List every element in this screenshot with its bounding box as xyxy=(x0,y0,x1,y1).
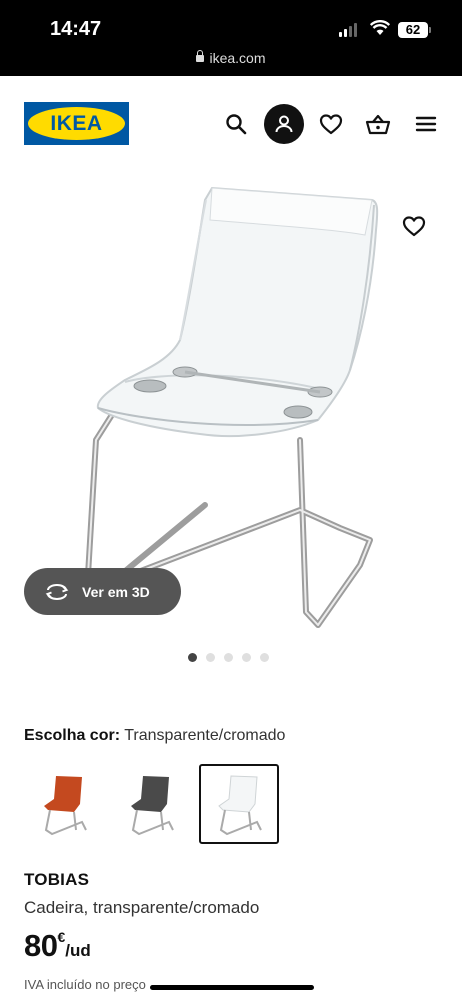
lock-icon xyxy=(196,50,205,62)
gallery-dot[interactable] xyxy=(242,653,251,662)
product-description: Cadeira, transparente/cromado xyxy=(24,898,260,917)
logo-text: IKEA xyxy=(50,112,103,135)
swatch-orange[interactable] xyxy=(24,764,104,844)
basket-icon[interactable] xyxy=(358,104,398,144)
battery-icon: 62 xyxy=(398,22,431,38)
favorite-icon[interactable] xyxy=(398,210,430,242)
heart-icon[interactable] xyxy=(311,104,351,144)
product-price: 80€/ud xyxy=(24,928,91,964)
gallery-dot[interactable] xyxy=(224,653,233,662)
product-name: TOBIAS xyxy=(24,870,90,889)
gallery-pagination xyxy=(188,653,269,662)
home-indicator xyxy=(150,985,314,990)
gallery-dot[interactable] xyxy=(188,653,197,662)
status-bar: 14:47 62 ikea.com xyxy=(0,0,462,76)
url-text: ikea.com xyxy=(209,50,266,66)
view-3d-label: Ver em 3D xyxy=(82,583,150,600)
price-amount: 80 xyxy=(24,928,58,963)
ikea-logo[interactable]: IKEA xyxy=(24,102,129,145)
address-bar[interactable]: ikea.com xyxy=(0,50,462,66)
site-header: IKEA xyxy=(0,76,462,171)
swatch-dark-grey[interactable] xyxy=(111,764,191,844)
gallery-dot[interactable] xyxy=(206,653,215,662)
price-currency: € xyxy=(57,929,66,945)
price-unit: /ud xyxy=(65,941,91,960)
search-icon[interactable] xyxy=(216,104,256,144)
color-selector-label: Escolha cor: Transparente/cromado xyxy=(24,727,285,745)
swatch-transparent[interactable] xyxy=(199,764,279,844)
color-value: Transparente/cromado xyxy=(124,727,286,744)
vat-note: IVA incluído no preço xyxy=(24,977,146,992)
wifi-icon xyxy=(370,20,390,35)
gallery-dot[interactable] xyxy=(260,653,269,662)
account-icon[interactable] xyxy=(264,104,304,144)
rotate-3d-icon xyxy=(45,583,69,600)
view-3d-button[interactable]: Ver em 3D xyxy=(24,568,181,615)
status-time: 14:47 xyxy=(50,18,102,40)
menu-icon[interactable] xyxy=(406,104,446,144)
color-label: Escolha cor: xyxy=(24,727,121,744)
